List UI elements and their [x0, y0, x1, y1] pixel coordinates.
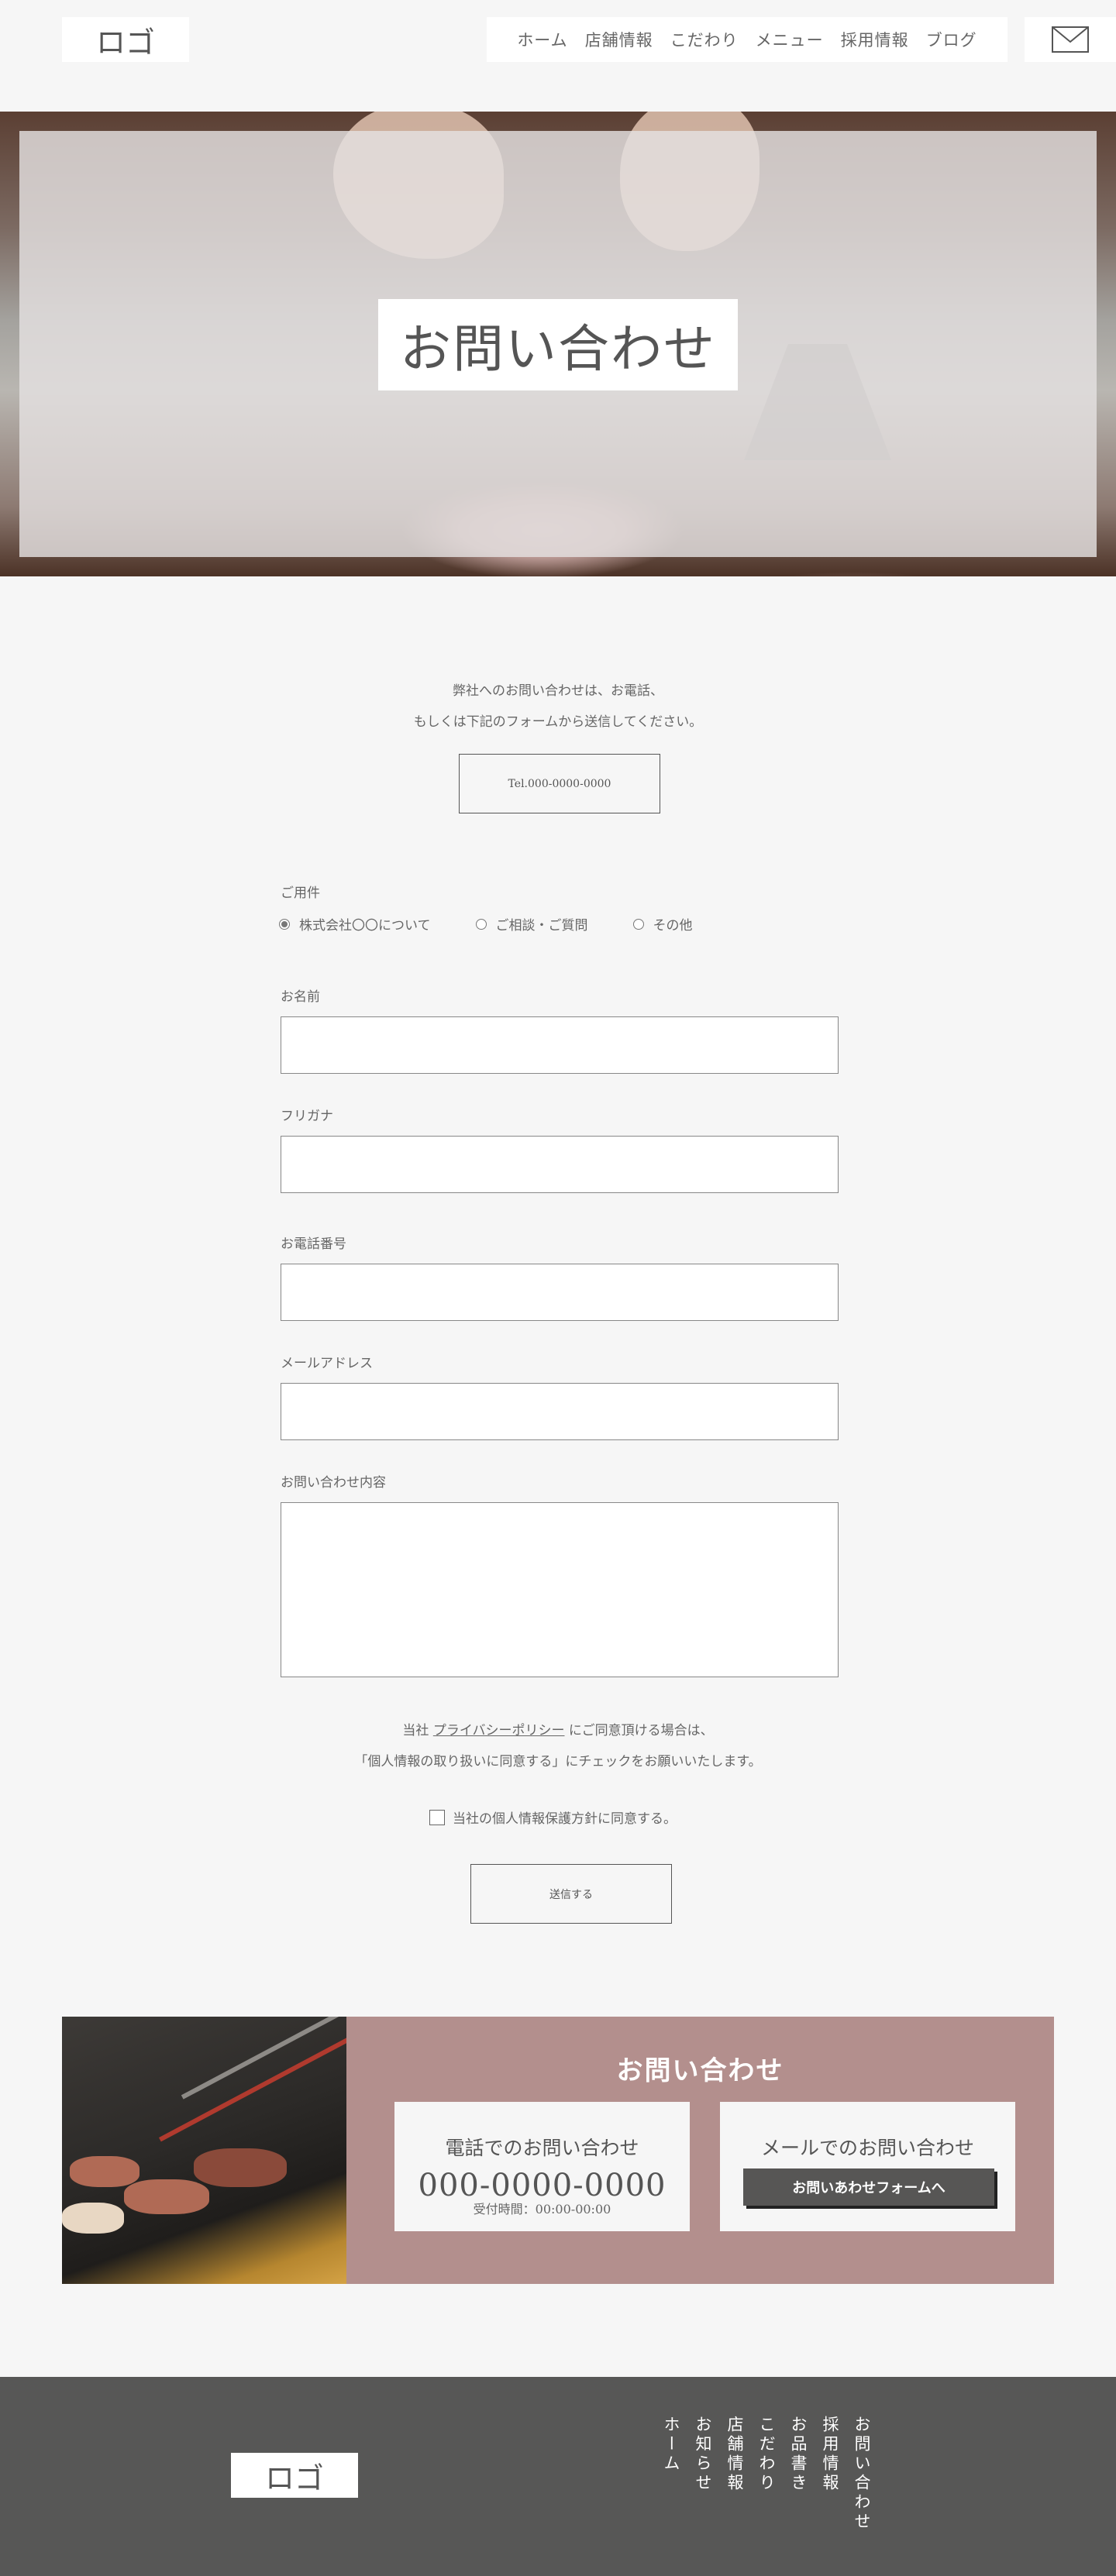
mail-card-title: メールでのお問い合わせ [760, 2137, 974, 2159]
email-label: メールアドレス [281, 1356, 373, 1371]
purpose-option-other[interactable]: その他 [632, 914, 693, 934]
contact-form-button[interactable]: お問いあわせフォームへ [743, 2168, 994, 2206]
tel-button[interactable]: Tel.000-0000-0000 [459, 754, 660, 813]
photo-detail [124, 2179, 209, 2214]
phone-input[interactable] [281, 1264, 839, 1321]
purpose-option-label: ご相談・ご質問 [495, 918, 588, 934]
header-logo[interactable]: ロゴ [62, 17, 189, 62]
email-input[interactable] [281, 1383, 839, 1440]
privacy-pre: 当社 [402, 1723, 433, 1739]
contact-title: お問い合わせ [616, 2055, 784, 2086]
business-hours: 受付時間：00:00-00:00 [473, 2202, 611, 2217]
agree-label: 当社の個人情報保護方針に同意する。 [453, 1811, 677, 1827]
nav-home[interactable]: ホーム [517, 28, 567, 51]
agree-checkbox[interactable] [429, 1809, 445, 1825]
privacy-policy-link[interactable]: プライバシーポリシー [433, 1723, 565, 1739]
privacy-notice: 当社 プライバシーポリシー にご同意頂ける場合は、 「個人情報の取り扱いに同意す… [0, 1715, 1116, 1777]
privacy-post: にご同意頂ける場合は、 [564, 1723, 714, 1739]
page-title: お問い合わせ [378, 299, 738, 390]
nav-recruit[interactable]: 採用情報 [841, 28, 909, 51]
radio-selected-icon[interactable] [279, 918, 290, 930]
kana-input[interactable] [281, 1136, 839, 1193]
purpose-radio-group: 株式会社〇〇について ご相談・ご質問 その他 [279, 914, 738, 934]
envelope-icon [1052, 26, 1089, 53]
phone-label: お電話番号 [281, 1236, 346, 1252]
footer-nav: ホーム お知らせ 店舗情報 こだわり お品書き 採用情報 お問い合わせ [662, 2416, 873, 2532]
nav-blog[interactable]: ブログ [926, 28, 977, 51]
nav-menu[interactable]: メニュー [756, 28, 824, 51]
mail-button[interactable] [1025, 17, 1116, 62]
global-nav: ホーム 店舗情報 こだわり メニュー 採用情報 ブログ [487, 17, 1008, 62]
contact-panel: お問い合わせ 電話でのお問い合わせ 000-0000-0000 受付時間：00:… [346, 2017, 1054, 2284]
teppanyaki-photo [62, 2017, 346, 2284]
photo-detail [158, 2035, 346, 2142]
privacy-line: 当社 プライバシーポリシー にご同意頂ける場合は、 [0, 1715, 1116, 1746]
nav-shop-info[interactable]: 店舗情報 [585, 28, 653, 51]
photo-detail [194, 2148, 287, 2187]
nav-commitment[interactable]: こだわり [670, 28, 739, 51]
footer-nav-menu[interactable]: お品書き [789, 2416, 810, 2532]
submit-button[interactable]: 送信する [470, 1864, 672, 1924]
intro-text: 弊社へのお問い合わせは、お電話、 もしくは下記のフォームから送信してください。 [0, 676, 1116, 738]
message-textarea[interactable] [281, 1502, 839, 1677]
intro-line: 弊社へのお問い合わせは、お電話、 [453, 683, 663, 699]
phone-number[interactable]: 000-0000-0000 [394, 2168, 690, 2203]
purpose-option-consult[interactable]: ご相談・ご質問 [475, 914, 588, 934]
purpose-label: ご用件 [281, 886, 320, 901]
footer-nav-home[interactable]: ホーム [662, 2416, 683, 2532]
purpose-option-company[interactable]: 株式会社〇〇について [279, 914, 431, 934]
name-input[interactable] [281, 1016, 839, 1074]
footer-nav-contact[interactable]: お問い合わせ [852, 2416, 873, 2532]
footer-nav-news[interactable]: お知らせ [694, 2416, 715, 2532]
purpose-option-label: 株式会社〇〇について [299, 918, 431, 934]
footer: ロゴ ホーム お知らせ 店舗情報 こだわり お品書き 採用情報 お問い合わせ [0, 2377, 1116, 2576]
name-label: お名前 [281, 989, 320, 1005]
hero-banner: お問い合わせ [0, 112, 1116, 576]
purpose-option-label: その他 [653, 918, 693, 934]
mail-contact-card: メールでのお問い合わせ お問いあわせフォームへ [720, 2102, 1015, 2231]
photo-detail [62, 2203, 124, 2234]
radio-icon[interactable] [475, 918, 487, 930]
intro-line: もしくは下記のフォームから送信してください。 [413, 714, 703, 730]
footer-nav-recruit[interactable]: 採用情報 [821, 2416, 842, 2532]
photo-detail [70, 2156, 140, 2187]
message-label: お問い合わせ内容 [281, 1475, 386, 1491]
agree-checkbox-row[interactable]: 当社の個人情報保護方針に同意する。 [429, 1807, 677, 1827]
phone-contact-card: 電話でのお問い合わせ 000-0000-0000 受付時間：00:00-00:0… [394, 2102, 690, 2231]
privacy-line: 「個人情報の取り扱いに同意する」にチェックをお願いいたします。 [354, 1754, 762, 1769]
radio-icon[interactable] [632, 918, 644, 930]
footer-nav-shop-info[interactable]: 店舗情報 [725, 2416, 746, 2532]
footer-logo[interactable]: ロゴ [231, 2453, 358, 2498]
phone-card-title: 電話でのお問い合わせ [445, 2137, 639, 2159]
kana-label: フリガナ [281, 1109, 333, 1124]
footer-nav-commitment[interactable]: こだわり [757, 2416, 778, 2532]
